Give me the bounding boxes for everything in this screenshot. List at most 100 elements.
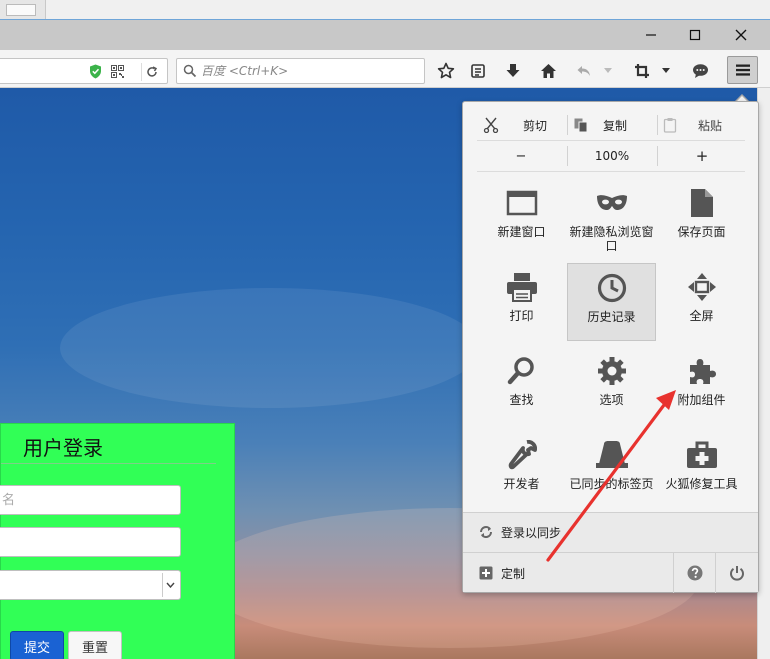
clipboard-icon (663, 118, 677, 133)
download-arrow-icon (506, 64, 520, 77)
new-window-icon (506, 190, 537, 216)
repair-toolkit-icon (686, 441, 717, 468)
back-history-button[interactable] (572, 59, 596, 83)
bookmark-star-button[interactable] (434, 59, 458, 83)
downloads-button[interactable] (501, 59, 525, 83)
menu-divider (477, 171, 745, 172)
help-icon (687, 565, 702, 581)
menu-item-save-page[interactable]: 保存页面 (657, 179, 746, 257)
crop-dropdown-button[interactable] (658, 59, 674, 83)
minimize-button[interactable] (628, 20, 674, 50)
menu-item-label: 新建隐私浏览窗口 (569, 225, 654, 253)
menu-item-label: 新建窗口 (497, 225, 546, 239)
reload-button[interactable] (141, 63, 159, 81)
sign-in-sync-button[interactable]: 登录以同步 (463, 512, 758, 552)
save-page-icon (690, 189, 713, 217)
menu-footer: 定制 (463, 552, 758, 593)
menu-items-grid: 新建窗口 新建隐私浏览窗口 保存页面 打印 历史记录 全屏 查找 选项 附加组件… (477, 179, 747, 509)
login-divider (1, 463, 216, 464)
search-input[interactable] (201, 61, 421, 81)
menu-item-find[interactable]: 查找 (477, 347, 566, 425)
printer-icon (506, 273, 537, 302)
history-dropdown-button[interactable] (600, 59, 616, 83)
zoom-reset-button[interactable]: 100% (569, 143, 655, 169)
crop-icon (635, 64, 649, 78)
menu-divider (477, 140, 745, 141)
chat-bubble-button[interactable] (688, 59, 712, 83)
sync-icon (480, 526, 492, 538)
zoom-separator (567, 146, 568, 166)
synced-tabs-icon (595, 441, 628, 468)
maximize-button[interactable] (672, 20, 718, 50)
menu-item-fullscreen[interactable]: 全屏 (657, 263, 746, 341)
menu-item-label: 开发者 (503, 477, 540, 491)
zoom-out-button[interactable]: − (477, 143, 565, 169)
edit-controls: 剪切 复制 粘贴 (477, 112, 745, 138)
copy-button[interactable]: 复制 (573, 112, 653, 138)
menu-item-synced-tabs[interactable]: 已同步的标签页 (567, 431, 656, 509)
hamburger-menu-icon (735, 64, 750, 76)
submit-button[interactable]: 提交 (10, 631, 64, 659)
customize-label: 定制 (501, 567, 526, 581)
customize-button[interactable]: 定制 (463, 553, 673, 593)
open-menu-button[interactable] (727, 56, 758, 84)
developer-wrench-icon (508, 440, 537, 470)
bookmark-star-icon (437, 62, 455, 79)
menu-item-history[interactable]: 历史记录 (567, 263, 656, 341)
main-menu-panel: 剪切 复制 粘贴 − 100% + 新建窗口 新建隐私浏览窗口 保存页面 打印 … (462, 101, 759, 593)
find-magnifier-icon (507, 357, 534, 385)
maximize-icon (689, 29, 701, 41)
menu-item-label: 全屏 (689, 309, 714, 323)
menu-item-developer[interactable]: 开发者 (477, 431, 566, 509)
title-bar (0, 20, 770, 50)
reading-list-button[interactable] (466, 59, 490, 83)
login-form: 用户登录 提交 重置 (0, 423, 235, 659)
menu-item-print[interactable]: 打印 (477, 263, 566, 341)
menu-item-repair-toolkit[interactable]: 火狐修复工具 (657, 431, 746, 509)
search-bar[interactable] (176, 58, 425, 84)
reload-icon (146, 66, 157, 77)
menu-item-addons[interactable]: 附加组件 (657, 347, 746, 425)
quit-button[interactable] (715, 553, 758, 593)
sign-in-sync-label: 登录以同步 (501, 526, 562, 540)
addons-puzzle-icon (689, 359, 716, 384)
username-input[interactable] (0, 485, 181, 515)
private-mask-icon (596, 195, 627, 210)
close-window-button[interactable] (718, 20, 764, 50)
bookmarks-list-icon (471, 64, 485, 78)
menu-item-new-window[interactable]: 新建窗口 (477, 179, 566, 257)
screenshot-crop-button[interactable] (630, 59, 654, 83)
menu-item-label: 保存页面 (677, 225, 726, 239)
edit-separator (567, 115, 568, 135)
history-clock-icon (597, 273, 626, 303)
chat-bubble-icon (692, 64, 708, 78)
help-button[interactable] (673, 553, 715, 593)
home-icon (540, 64, 556, 78)
cut-button[interactable]: 剪切 (483, 112, 563, 138)
select-arrow[interactable] (162, 573, 178, 597)
security-shield-icon[interactable] (89, 64, 102, 79)
zoom-in-button[interactable]: + (659, 143, 745, 169)
reset-button[interactable]: 重置 (68, 631, 122, 659)
menu-item-options[interactable]: 选项 (567, 347, 656, 425)
undo-arrow-icon (577, 66, 590, 76)
copy-icon (574, 118, 588, 133)
power-icon (730, 566, 744, 581)
menu-item-label: 历史记录 (587, 310, 636, 324)
menu-item-private-window[interactable]: 新建隐私浏览窗口 (567, 179, 656, 257)
password-input[interactable] (0, 527, 181, 557)
background-window-strip (0, 0, 770, 20)
menu-item-label: 火狐修复工具 (665, 477, 738, 491)
paste-button[interactable]: 粘贴 (663, 112, 743, 138)
menu-item-label: 附加组件 (677, 393, 726, 407)
chevron-down-icon (166, 582, 175, 588)
menu-item-label: 打印 (509, 309, 534, 323)
options-gear-icon (597, 357, 626, 385)
role-select[interactable] (0, 570, 181, 600)
home-button[interactable] (536, 59, 560, 83)
navigation-toolbar (0, 50, 770, 88)
login-title: 用户登录 (23, 436, 103, 460)
qr-code-icon[interactable] (111, 65, 124, 78)
url-bar[interactable] (0, 58, 168, 84)
close-icon (735, 29, 747, 41)
